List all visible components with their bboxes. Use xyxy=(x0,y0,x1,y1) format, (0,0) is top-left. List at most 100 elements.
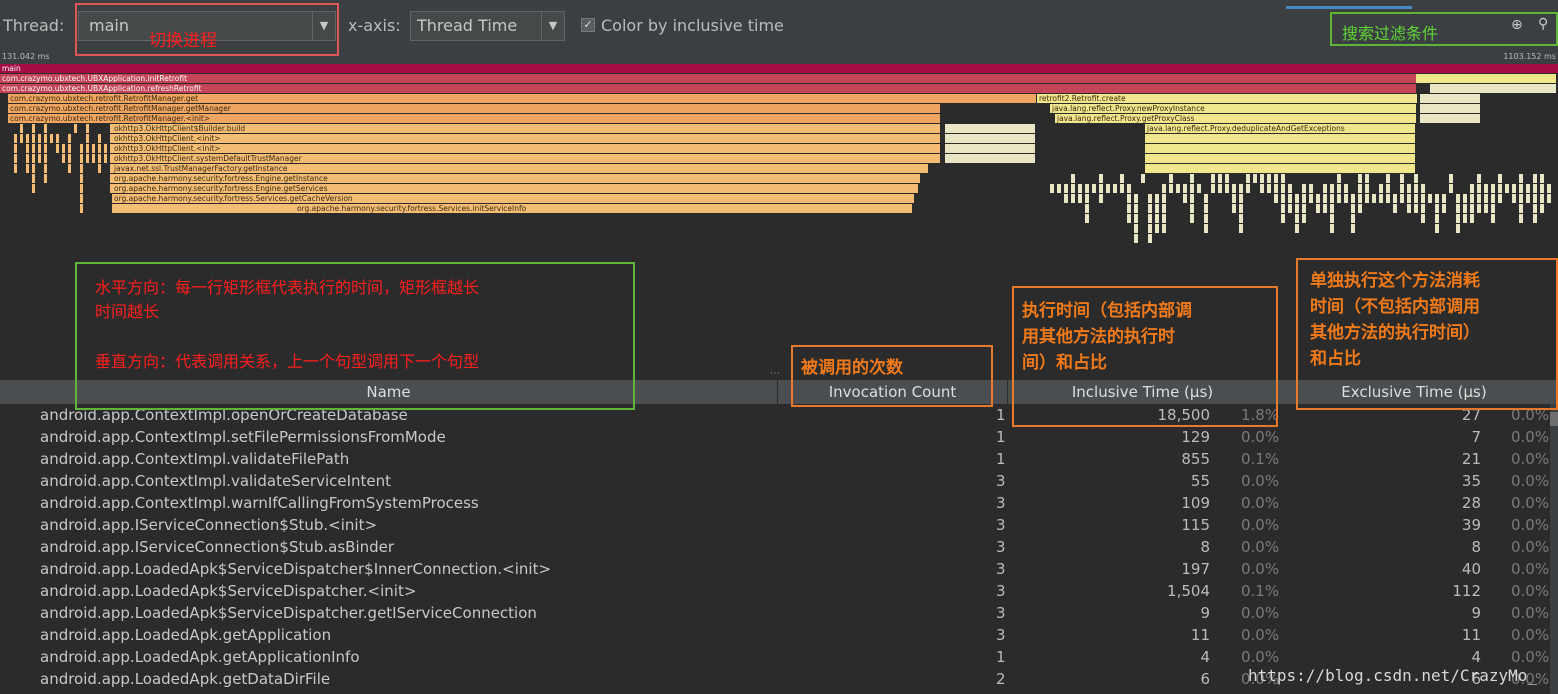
table-row[interactable]: android.app.LoadedApk$ServiceDispatcher.… xyxy=(0,602,1558,624)
flame-stick xyxy=(1085,214,1089,223)
table-row[interactable]: android.app.ContextImpl.validateServiceI… xyxy=(0,470,1558,492)
inclusive-percent: 0.0% xyxy=(1241,472,1280,490)
flame-stick xyxy=(98,154,101,163)
flame-stick xyxy=(1064,194,1068,203)
table-row[interactable]: android.app.LoadedApk$ServiceDispatcher.… xyxy=(0,580,1558,602)
flame-bar[interactable]: java.lang.reflect.Proxy.newProxyInstance xyxy=(1050,104,1416,113)
flame-bar[interactable]: org.apache.harmony.security.fortress.Ser… xyxy=(112,194,914,203)
flame-stick xyxy=(1274,184,1278,193)
flame-stick xyxy=(1400,174,1404,183)
table-row[interactable]: android.app.LoadedApk.getApplication 3 11 0… xyxy=(0,624,1558,646)
flame-bar[interactable]: com.crazymo.ubxtech.retrofit.RetrofitMan… xyxy=(8,114,940,123)
method-name: android.app.ContextImpl.validateFilePath xyxy=(40,450,350,468)
flame-stick xyxy=(1449,184,1453,193)
flame-bar[interactable]: com.crazymo.ubxtech.UBXApplication.initR… xyxy=(0,74,1416,83)
ruler-end: 1103.152 ms xyxy=(1503,52,1556,61)
flame-bar[interactable] xyxy=(1416,74,1556,83)
inclusive-time: 6 xyxy=(1200,670,1210,688)
flame-bar[interactable] xyxy=(945,154,1035,163)
flame-bar[interactable]: org.apache.harmony.security.fortress.Eng… xyxy=(112,184,918,193)
flame-stick xyxy=(1141,174,1145,183)
flame-stick xyxy=(1099,184,1103,193)
flame-stick xyxy=(1512,184,1516,193)
scrollbar[interactable] xyxy=(1550,404,1558,694)
flame-stick xyxy=(1071,174,1075,183)
flame-stick xyxy=(1155,214,1159,223)
flame-bar[interactable]: java.lang.reflect.Proxy.getProxyClass xyxy=(1055,114,1416,123)
flame-stick xyxy=(1344,194,1348,203)
flame-stick xyxy=(1225,184,1229,193)
flame-stick xyxy=(1225,174,1229,183)
flame-bar[interactable] xyxy=(1145,134,1415,143)
flame-bar[interactable]: okhttp3.OkHttpClient.<init> xyxy=(112,134,940,143)
flame-bar[interactable] xyxy=(945,134,1035,143)
flame-stick xyxy=(1498,184,1502,193)
flame-stick xyxy=(1421,184,1425,193)
table-row[interactable]: android.app.ContextImpl.warnIfCallingFro… xyxy=(0,492,1558,514)
flame-bar[interactable]: okhttp3.OkHttpClient.systemDefaultTrustM… xyxy=(112,154,940,163)
flame-stick xyxy=(1344,184,1348,193)
flame-stick xyxy=(1162,184,1166,193)
flame-bar[interactable] xyxy=(1420,114,1480,123)
table-row[interactable]: android.app.ContextImpl.setFilePermissio… xyxy=(0,426,1558,448)
flame-stick xyxy=(1358,174,1362,183)
flame-stick xyxy=(1162,194,1166,203)
splitter-grip-icon[interactable]: ⋯ xyxy=(770,368,780,379)
flame-bar[interactable] xyxy=(1145,144,1415,153)
invocation-count: 2 xyxy=(996,670,1006,688)
flame-stick xyxy=(1162,224,1166,233)
table-row[interactable]: android.app.LoadedApk.getApplicationInfo… xyxy=(0,646,1558,668)
table-row[interactable]: android.app.LoadedApk$ServiceDispatcher$… xyxy=(0,558,1558,580)
flame-bar[interactable]: okhttp3.OkHttpClient$Builder.build xyxy=(112,124,940,133)
flame-stick xyxy=(1106,184,1110,193)
flame-stick xyxy=(1127,204,1131,213)
method-name: android.app.LoadedApk.getDataDirFile xyxy=(40,670,331,688)
table-row[interactable]: android.app.IServiceConnection$Stub.<ini… xyxy=(0,514,1558,536)
exclusive-time: 112 xyxy=(1452,582,1481,600)
flame-stick xyxy=(1295,224,1299,233)
flame-stick xyxy=(1540,184,1544,193)
flame-bar[interactable] xyxy=(945,124,1035,133)
flame-stick xyxy=(1155,204,1159,213)
flame-bar[interactable] xyxy=(1145,164,1415,173)
scrollbar-thumb[interactable] xyxy=(1550,412,1558,426)
flame-stick xyxy=(1463,204,1467,213)
flame-stick xyxy=(1323,194,1327,203)
flame-bar[interactable]: com.crazymo.ubxtech.UBXApplication.refre… xyxy=(0,84,1416,93)
invocation-count: 1 xyxy=(996,406,1006,424)
flame-bar[interactable] xyxy=(1420,94,1480,103)
flame-stick xyxy=(86,154,89,163)
flame-stick xyxy=(104,154,107,163)
flame-bar[interactable]: org.apache.harmony.security.fortress.Ser… xyxy=(295,204,912,213)
flame-stick xyxy=(68,154,71,163)
flame-bar[interactable]: okhttp3.OkHttpClient.<init> xyxy=(112,144,940,153)
flame-stick xyxy=(1211,174,1215,183)
table-row[interactable]: android.app.ContextImpl.validateFilePath… xyxy=(0,448,1558,470)
flame-bar[interactable] xyxy=(1145,154,1415,163)
table-row[interactable]: android.app.IServiceConnection$Stub.asBi… xyxy=(0,536,1558,558)
exclusive-percent: 0.0% xyxy=(1511,494,1550,512)
flame-bar[interactable] xyxy=(945,144,1035,153)
xaxis-select[interactable]: Thread Time ▼ xyxy=(410,11,565,41)
flame-bar[interactable]: java.lang.reflect.Proxy.deduplicateAndGe… xyxy=(1145,124,1415,133)
flame-stick xyxy=(1519,214,1523,223)
flame-stick xyxy=(1204,214,1208,223)
color-by-label[interactable]: Color by inclusive time xyxy=(601,16,784,35)
flame-bar[interactable]: org.apache.harmony.security.fortress.Eng… xyxy=(112,174,920,183)
flame-bar[interactable] xyxy=(1420,104,1480,113)
flame-bar[interactable]: com.crazymo.ubxtech.retrofit.RetrofitMan… xyxy=(8,94,1036,103)
flame-bar[interactable]: com.crazymo.ubxtech.retrofit.RetrofitMan… xyxy=(8,104,940,113)
flame-stick xyxy=(1274,174,1278,183)
exclusive-percent: 0.0% xyxy=(1511,472,1550,490)
chevron-down-icon[interactable]: ▼ xyxy=(541,12,564,40)
color-by-checkbox[interactable]: ✓ xyxy=(581,18,595,32)
flame-stick xyxy=(1330,224,1334,233)
flame-bar[interactable] xyxy=(1430,84,1556,93)
flame-bar[interactable]: javax.net.ssl.TrustManagerFactory.getIns… xyxy=(112,164,928,173)
inclusive-percent: 0.1% xyxy=(1241,450,1280,468)
flame-bar[interactable]: main xyxy=(0,64,1558,73)
flame-bar[interactable]: retrofit2.Retrofit.create xyxy=(1037,94,1417,103)
method-name: android.app.ContextImpl.validateServiceI… xyxy=(40,472,392,490)
flame-stick xyxy=(1155,224,1159,233)
flame-stick xyxy=(1414,184,1418,193)
